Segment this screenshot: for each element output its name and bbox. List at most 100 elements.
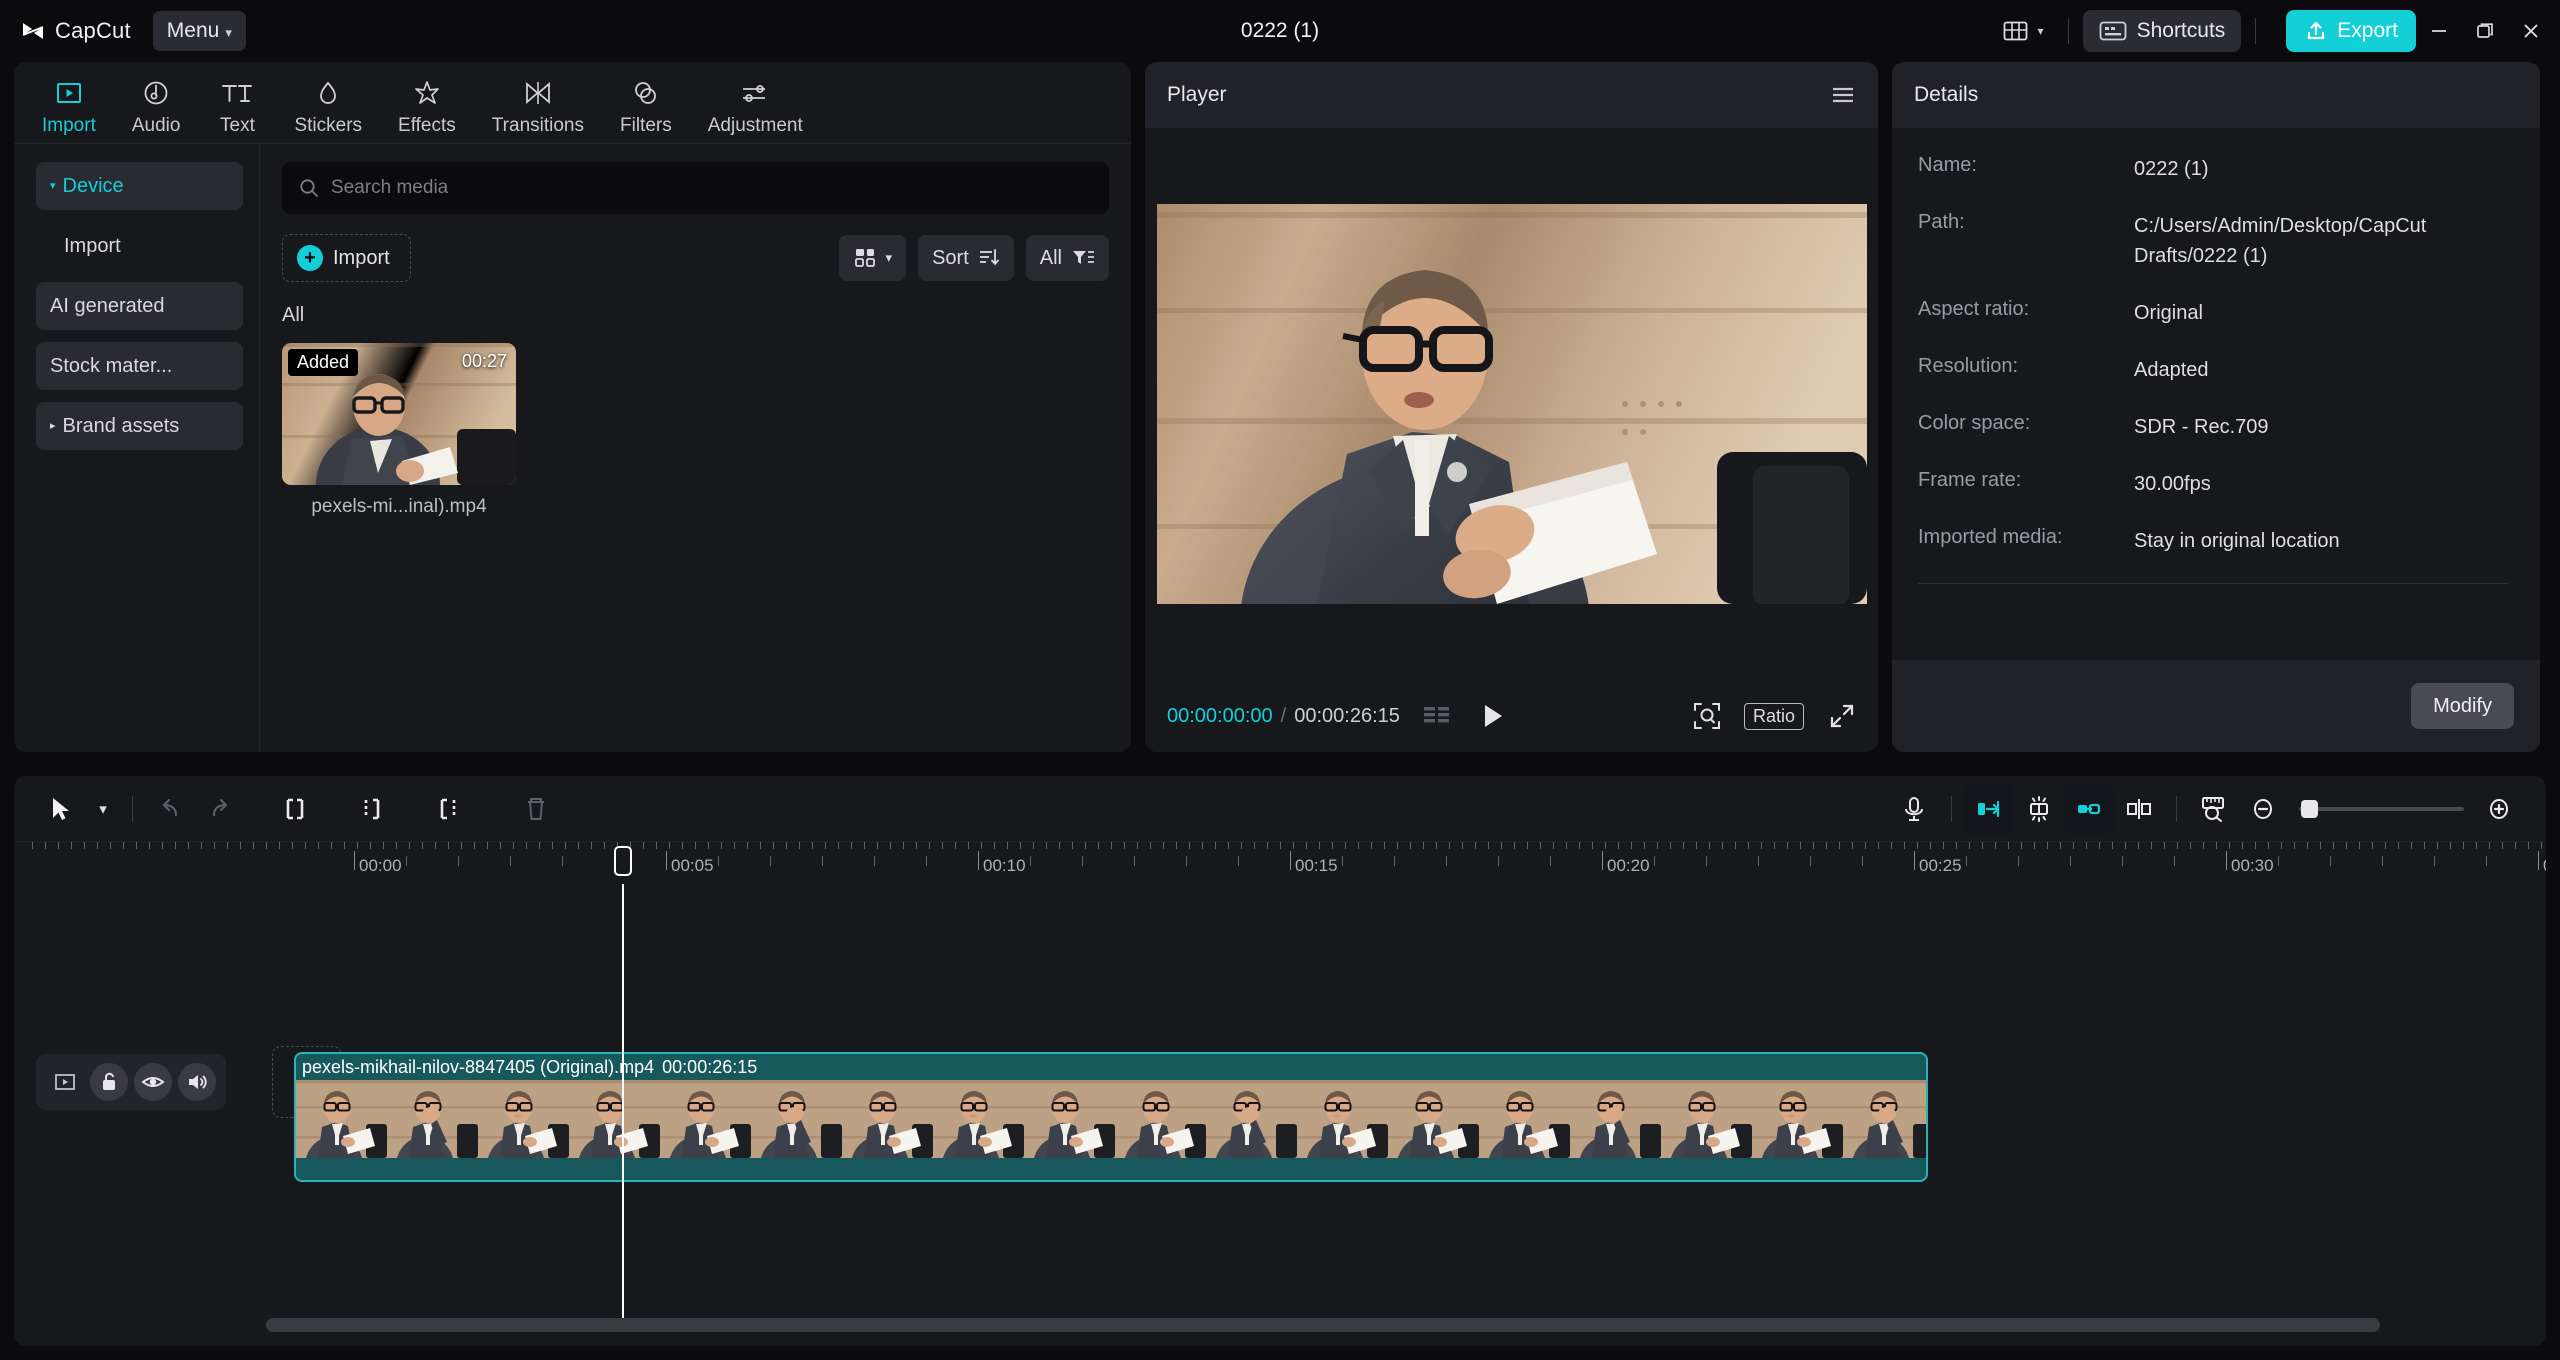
ruler-minor-tick bbox=[1966, 856, 1967, 866]
ruler-minor-tick bbox=[136, 842, 137, 849]
track-type-button[interactable] bbox=[46, 1063, 84, 1101]
filter-button[interactable]: All bbox=[1025, 235, 1109, 281]
tab-label: Import bbox=[42, 115, 96, 136]
view-mode-button[interactable]: ▾ bbox=[838, 235, 907, 281]
ruler-minor-tick bbox=[2486, 856, 2487, 866]
link-clips-button[interactable] bbox=[2064, 783, 2114, 834]
app-brand: CapCut bbox=[20, 18, 131, 44]
media-card[interactable]: Added 00:27 pexels-mi...inal).mp4 bbox=[282, 343, 516, 518]
tool-dropdown-button[interactable]: ▾ bbox=[86, 784, 120, 834]
sort-button[interactable]: Sort bbox=[918, 235, 1014, 281]
tab-import[interactable]: Import bbox=[36, 72, 102, 141]
play-button[interactable] bbox=[1480, 702, 1506, 730]
mute-track-button[interactable] bbox=[178, 1063, 216, 1101]
tab-stickers[interactable]: Stickers bbox=[288, 72, 368, 141]
export-button[interactable]: Export bbox=[2286, 10, 2416, 52]
frame-list-button[interactable] bbox=[1422, 704, 1452, 728]
media-thumbnail[interactable]: Added 00:27 bbox=[282, 343, 516, 485]
ruler-minor-tick bbox=[1758, 856, 1759, 866]
zoom-out-button[interactable] bbox=[2239, 784, 2289, 834]
ruler-minor-tick bbox=[773, 842, 774, 849]
menu-button[interactable]: Menu ▾ bbox=[152, 11, 246, 51]
total-time: 00:00:26:15 bbox=[1294, 704, 1400, 727]
ruler-minor-tick bbox=[383, 842, 384, 849]
select-tool-button[interactable] bbox=[36, 784, 86, 834]
ruler-minor-tick bbox=[2359, 842, 2360, 849]
zoom-slider-handle[interactable] bbox=[2301, 799, 2318, 818]
redo-icon bbox=[212, 798, 228, 816]
player-title: Player bbox=[1167, 82, 1227, 106]
sidebar-item-import[interactable]: Import bbox=[36, 222, 243, 270]
timeline-horizontal-scrollbar[interactable] bbox=[266, 1318, 2380, 1332]
ruler-minor-tick bbox=[513, 842, 514, 849]
ruler-minor-tick bbox=[1527, 842, 1528, 849]
import-media-button[interactable]: + Import bbox=[282, 234, 411, 282]
ruler-minor-tick bbox=[1358, 842, 1359, 849]
undo-button[interactable] bbox=[145, 784, 195, 834]
filmstrip-frame bbox=[1661, 1080, 1752, 1158]
divider bbox=[2067, 18, 2069, 44]
ruler-label: 00:15 bbox=[1295, 856, 1338, 875]
search-input[interactable]: Search media bbox=[331, 177, 448, 199]
sidebar-item-stock-materials[interactable]: Stock mater... bbox=[36, 342, 243, 390]
auto-fit-button[interactable] bbox=[2014, 784, 2064, 834]
ruler-major-tick bbox=[2226, 851, 2227, 870]
ruler-minor-tick bbox=[1030, 856, 1031, 866]
tab-filters[interactable]: Filters bbox=[614, 72, 678, 141]
record-voiceover-button[interactable] bbox=[1889, 784, 1939, 834]
delete-button[interactable] bbox=[511, 784, 561, 834]
player-menu-button[interactable] bbox=[1830, 84, 1856, 106]
ruler-minor-tick bbox=[357, 842, 358, 849]
ruler-minor-tick bbox=[2122, 856, 2123, 866]
ruler-minor-tick bbox=[2164, 842, 2165, 849]
zoom-slider[interactable] bbox=[2299, 799, 2464, 818]
fullscreen-button[interactable] bbox=[1828, 702, 1856, 730]
zoom-in-button[interactable] bbox=[2474, 784, 2524, 834]
track-area[interactable]: pexels-mikhail-nilov-8847405 (Original).… bbox=[282, 846, 2546, 1346]
redo-button[interactable] bbox=[195, 784, 245, 834]
delete-right-button[interactable] bbox=[423, 784, 473, 834]
close-button[interactable] bbox=[2508, 9, 2554, 53]
title-bar: CapCut Menu ▾ 0222 (1) ▾ Shortcuts Expor… bbox=[0, 0, 2560, 62]
tab-text[interactable]: Text bbox=[210, 72, 264, 141]
media-body: ▾ Device Import AI generated Stock mater… bbox=[14, 144, 1131, 752]
tab-adjustment[interactable]: Adjustment bbox=[702, 72, 809, 141]
ruler-minor-tick bbox=[2255, 842, 2256, 849]
ruler-minor-tick bbox=[240, 842, 241, 849]
delete-left-button[interactable] bbox=[347, 784, 397, 834]
layout-button[interactable]: ▾ bbox=[1993, 11, 2054, 51]
ruler-minor-tick bbox=[1134, 856, 1135, 866]
snap-button[interactable] bbox=[1964, 783, 2014, 834]
sidebar-item-ai-generated[interactable]: AI generated bbox=[36, 282, 243, 330]
shortcuts-button[interactable]: Shortcuts bbox=[2082, 10, 2242, 52]
modify-button[interactable]: Modify bbox=[2411, 683, 2514, 729]
tab-effects[interactable]: Effects bbox=[392, 72, 462, 141]
tab-transitions[interactable]: Transitions bbox=[486, 72, 590, 141]
ruler-minor-tick bbox=[955, 842, 956, 849]
mirror-button[interactable] bbox=[2114, 784, 2164, 834]
ruler-minor-tick bbox=[2437, 842, 2438, 849]
maximize-button[interactable] bbox=[2462, 9, 2508, 53]
ruler-minor-tick bbox=[2385, 842, 2386, 849]
tab-audio[interactable]: Audio bbox=[126, 72, 187, 141]
playhead[interactable] bbox=[614, 846, 632, 1318]
sidebar-item-brand-assets[interactable]: ▸ Brand assets bbox=[36, 402, 243, 450]
ruler-minor-tick bbox=[2070, 856, 2071, 866]
timeline-clip[interactable]: pexels-mikhail-nilov-8847405 (Original).… bbox=[294, 1052, 1928, 1182]
zoom-to-fit-button[interactable] bbox=[2189, 784, 2239, 834]
toggle-visibility-button[interactable] bbox=[134, 1063, 172, 1101]
ratio-button[interactable]: Ratio bbox=[1743, 702, 1804, 730]
filmstrip-frame bbox=[1206, 1080, 1297, 1158]
playhead-handle[interactable] bbox=[614, 846, 632, 876]
video-preview[interactable] bbox=[1156, 204, 1867, 604]
timeline-ruler[interactable]: 00:00 00:05 00:10 00:15 00:20 00:25 00:30 0 bbox=[14, 842, 2546, 884]
lock-track-button[interactable] bbox=[90, 1063, 128, 1101]
minimize-button[interactable] bbox=[2416, 9, 2462, 53]
zoom-preview-button[interactable] bbox=[1692, 701, 1722, 731]
sidebar-item-label: Brand assets bbox=[62, 414, 180, 437]
split-button[interactable] bbox=[271, 784, 321, 834]
sidebar-item-device[interactable]: ▾ Device bbox=[36, 162, 243, 210]
search-bar[interactable]: Search media bbox=[282, 162, 1109, 214]
ruler-minor-tick bbox=[214, 842, 215, 849]
filmstrip-frame bbox=[1388, 1080, 1479, 1158]
